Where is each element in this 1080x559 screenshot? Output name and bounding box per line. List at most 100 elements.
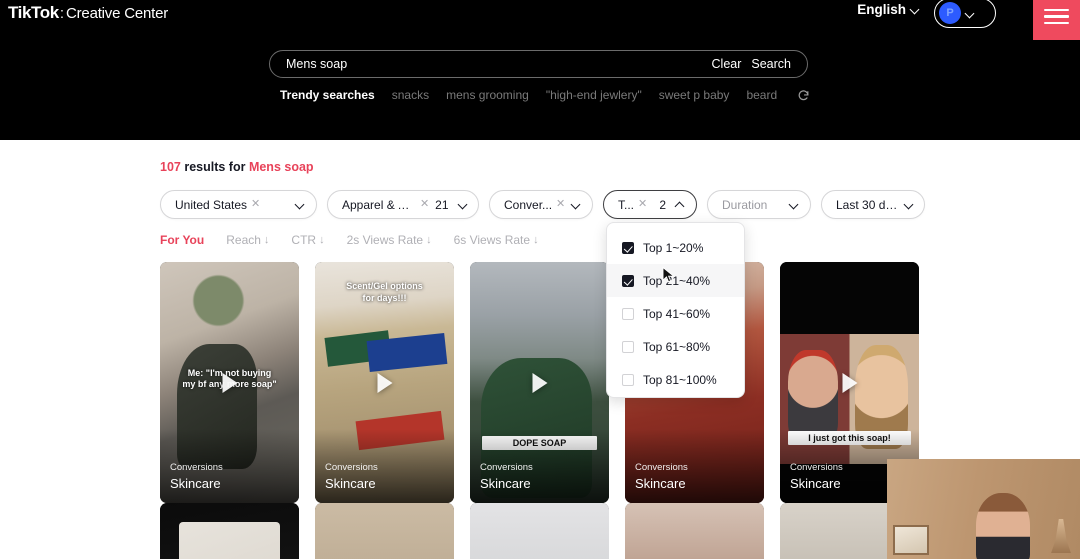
remove-icon[interactable]: ✕ (420, 199, 429, 210)
filter-top-percentage[interactable]: T... ✕ 2 (603, 190, 697, 219)
sort-6s-views-rate[interactable]: 6s Views Rate ↓ (454, 233, 539, 247)
card-category: Skincare (635, 476, 686, 492)
card-objective: Conversions (635, 462, 688, 474)
dropdown-option-top-1-20[interactable]: Top 1~20% (607, 231, 744, 264)
filter-bar: United States ✕ Apparel & Ac... ✕ 21 Con… (160, 190, 925, 219)
card-meta: Conversions Skincare (790, 461, 843, 494)
card-objective: Conversions (170, 462, 223, 474)
dropdown-option-label: Top 1~20% (643, 240, 704, 255)
hamburger-menu-button[interactable] (1033, 0, 1080, 40)
top-header: TikTok : Creative Center English P Clear… (0, 0, 1080, 140)
filter-duration-label: Duration (722, 197, 768, 212)
sort-tabs: For You Reach ↓ CTR ↓ 2s Views Rate ↓ 6s… (160, 233, 539, 247)
sort-label: 6s Views Rate (453, 233, 531, 247)
caption-line: for days!!! (362, 292, 407, 303)
play-icon[interactable] (842, 372, 857, 393)
sort-ctr[interactable]: CTR ↓ (291, 233, 324, 247)
filter-industry[interactable]: Apparel & Ac... ✕ 21 (327, 190, 479, 219)
checkbox-icon[interactable] (622, 373, 634, 386)
webcam-wall-picture (893, 525, 929, 555)
sort-arrow-down-icon: ↓ (533, 234, 539, 246)
sort-reach[interactable]: Reach ↓ (226, 233, 269, 247)
avatar: P (939, 2, 961, 24)
play-icon[interactable] (222, 372, 237, 393)
sort-arrow-down-icon: ↓ (319, 234, 325, 246)
checkbox-icon[interactable] (622, 307, 634, 320)
hamburger-bar (1044, 21, 1069, 25)
filter-top-percentage-count: 2 (659, 197, 666, 212)
results-keyword: Mens soap (248, 160, 314, 174)
sort-arrow-down-icon: ↓ (263, 234, 270, 246)
video-thumbnail (315, 503, 454, 559)
language-label: English (857, 2, 906, 17)
sort-arrow-down-icon: ↓ (426, 234, 432, 246)
dropdown-option-label: Top 61~80% (643, 339, 711, 354)
card-meta: Conversions Skincare (480, 461, 533, 494)
refresh-icon[interactable] (797, 89, 810, 102)
video-card[interactable] (160, 503, 299, 559)
sort-label: For You (160, 233, 205, 247)
webcam-overlay[interactable] (887, 459, 1080, 559)
checkbox-icon[interactable] (622, 274, 634, 287)
search-button[interactable]: Search (751, 57, 791, 71)
play-icon[interactable] (377, 372, 392, 393)
results-count: 107 (160, 160, 181, 174)
checkbox-icon[interactable] (622, 241, 634, 254)
chevron-down-icon (459, 200, 467, 209)
dropdown-option-top-41-60[interactable]: Top 41~60% (607, 297, 744, 330)
trendy-term[interactable]: "high-end jewlery" (546, 88, 642, 102)
sort-label: 2s Views Rate (346, 233, 424, 247)
card-meta: Conversions Skincare (325, 461, 378, 494)
sort-for-you[interactable]: For You (160, 233, 204, 247)
card-category: Skincare (480, 476, 531, 492)
dropdown-option-top-21-40[interactable]: Top 21~40% (607, 264, 744, 297)
video-card[interactable]: DOPE SOAP Conversions Skincare (470, 262, 609, 503)
filter-objective[interactable]: Conver... ✕ (489, 190, 593, 219)
dropdown-option-label: Top 81~100% (643, 372, 717, 387)
brand-separator: : (59, 5, 64, 22)
search-input[interactable] (270, 57, 712, 71)
filter-date-range[interactable]: Last 30 days (821, 190, 925, 219)
video-card[interactable]: Me: "I'm not buying my bf any more soap"… (160, 262, 299, 503)
search-bar[interactable]: Clear Search (269, 50, 808, 78)
caption-line: Scent/Gel options (346, 281, 423, 292)
video-card[interactable] (315, 503, 454, 559)
language-selector[interactable]: English (857, 2, 920, 17)
dropdown-option-top-81-100[interactable]: Top 81~100% (607, 363, 744, 396)
card-objective: Conversions (325, 462, 378, 474)
remove-icon[interactable]: ✕ (251, 199, 260, 210)
video-thumbnail (625, 503, 764, 559)
card-objective: Conversions (480, 462, 533, 474)
filter-region[interactable]: United States ✕ (160, 190, 317, 219)
chevron-down-icon (911, 5, 920, 14)
filter-top-percentage-label: T... (618, 197, 635, 212)
sort-2s-views-rate[interactable]: 2s Views Rate ↓ (347, 233, 432, 247)
remove-icon[interactable]: ✕ (556, 199, 565, 210)
chevron-down-icon (790, 200, 799, 209)
card-objective: Conversions (790, 462, 843, 474)
trendy-term[interactable]: mens grooming (446, 88, 529, 102)
trendy-searches: Trendy searches snacks mens grooming "hi… (280, 88, 810, 102)
top-percentage-dropdown[interactable]: Top 1~20% Top 21~40% Top 41~60% Top 61~8… (606, 222, 745, 398)
account-menu[interactable]: P (934, 0, 996, 28)
dropdown-option-top-61-80[interactable]: Top 61~80% (607, 330, 744, 363)
video-card[interactable] (470, 503, 609, 559)
remove-icon[interactable]: ✕ (638, 199, 647, 210)
checkbox-icon[interactable] (622, 340, 634, 353)
clear-button[interactable]: Clear (712, 57, 742, 71)
filter-duration[interactable]: Duration (707, 190, 811, 219)
brand-logo[interactable]: TikTok : Creative Center (8, 3, 168, 23)
trendy-term[interactable]: sweet p baby (659, 88, 730, 102)
hamburger-bar (1044, 15, 1069, 18)
video-card[interactable] (625, 503, 764, 559)
chevron-down-icon (966, 9, 975, 18)
trendy-term[interactable]: snacks (392, 88, 429, 102)
results-summary: 107 results for Mens soap (160, 160, 314, 174)
video-card[interactable]: Scent/Gel options for days!!! Conversion… (315, 262, 454, 503)
filter-date-range-label: Last 30 days (836, 197, 899, 212)
sort-label: CTR (291, 233, 317, 247)
video-grid: Me: "I'm not buying my bf any more soap"… (160, 262, 928, 559)
chevron-down-icon (905, 200, 913, 209)
trendy-term[interactable]: beard (746, 88, 777, 102)
play-icon[interactable] (532, 372, 547, 393)
